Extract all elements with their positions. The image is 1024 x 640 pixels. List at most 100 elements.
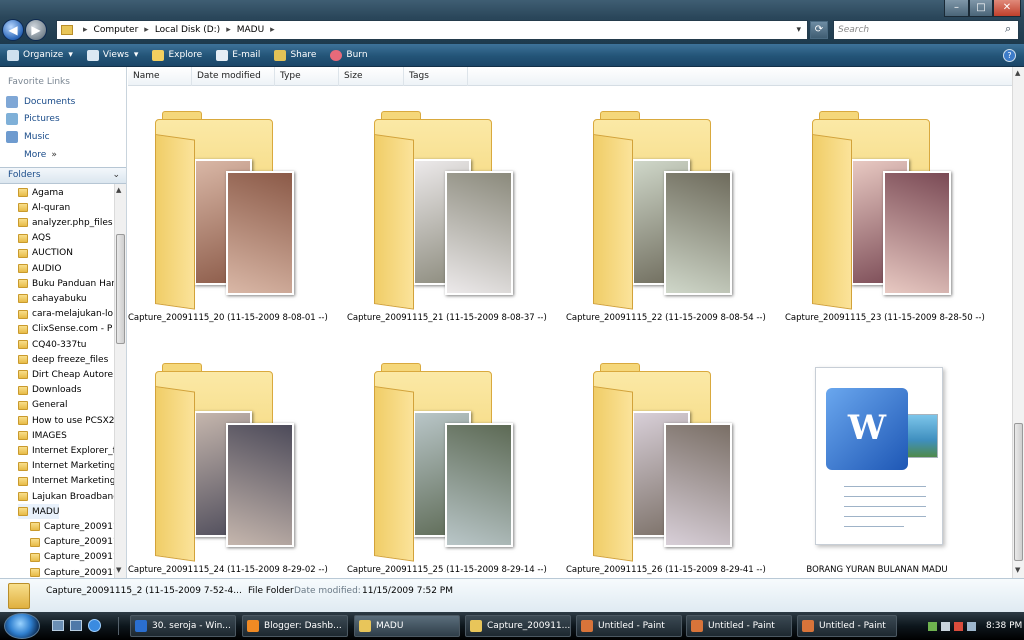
folder-tree-item[interactable]: How to use PCSX2 [18,413,114,428]
thumbnail-photo [226,423,294,547]
folder-tree-subitem[interactable]: Capture_2009111 [30,550,114,565]
help-icon[interactable]: ? [1003,48,1016,62]
favorite-music[interactable]: Music [6,129,50,145]
folder-icon [18,203,28,213]
tray-network-icon[interactable] [928,621,937,631]
taskbar-button[interactable]: Capture_200911... [465,615,571,637]
views-icon [86,49,99,61]
word-document-tile[interactable]: W BORANG YURAN BULANAN MADU [785,351,969,591]
breadcrumb-local-disk[interactable]: Local Disk (D:) [155,25,220,35]
folder-icon [18,188,28,197]
start-button[interactable] [4,613,40,639]
folder-tree-item[interactable]: deep freeze_files [18,352,108,367]
maximize-button[interactable]: □ [969,0,993,17]
folder-tree-item[interactable]: AUDIO [18,261,61,276]
folder-tree-subitem[interactable]: Capture_2009111 [30,535,114,550]
date-modified-label: Date modified: [294,586,361,596]
forward-button[interactable]: ▶ [25,19,47,41]
favorite-pictures[interactable]: Pictures [6,111,60,127]
folder-tree-scrollbar[interactable]: ▲ ▼ [114,184,126,578]
folder-tree-item[interactable]: ClixSense.com - P [18,322,112,337]
folder-tree-item[interactable]: cahayabuku [18,291,87,306]
folder-tile[interactable]: Capture_20091115_22 (11-15-2009 8-08-54 … [566,99,766,339]
clock[interactable]: 8:38 PM [986,621,1022,631]
folder-tile[interactable]: Capture_20091115_24 (11-15-2009 8-29-02 … [128,351,328,591]
column-name[interactable]: Name [128,67,192,86]
minimize-button[interactable]: – [944,0,969,17]
favorite-more[interactable]: More» [24,147,57,163]
folder-tree-item[interactable]: cara-melajukan-lo [18,307,113,322]
folder-tree-item[interactable]: Dirt Cheap Autore [18,367,113,382]
folder-tree-item[interactable]: Lajukan Broadband [18,489,114,504]
folder-tree-item[interactable]: Downloads [18,383,81,398]
thumbnail-photo [445,171,513,295]
tray-volume-icon[interactable] [941,621,950,631]
folder-icon [18,461,28,471]
taskbar-button[interactable]: 30. seroja - Win... [130,615,236,637]
breadcrumb-computer[interactable]: Computer [94,25,139,35]
address-dropdown-icon[interactable]: ▾ [796,25,801,35]
folder-tree-item[interactable]: MADU [18,504,60,520]
back-button[interactable]: ◀ [2,19,24,41]
taskbar-button[interactable]: Blogger: Dashb... [242,615,348,637]
taskbar: 30. seroja - Win... Blogger: Dashb... MADU… [0,612,1024,640]
share-button[interactable]: Share [267,44,323,66]
command-toolbar: Organize ▾ Views ▾ Explore E-mail Share Bu… [0,44,1024,67]
folder-tree-item[interactable]: IMAGES [18,428,67,443]
close-button[interactable]: ✕ [993,0,1021,17]
search-icon[interactable]: ⌕ [1005,22,1011,36]
folder-tile[interactable]: Capture_20091115_21 (11-15-2009 8-08-37 … [347,99,547,339]
folder-tile[interactable]: Capture_20091115_23 (11-15-2009 8-28-50 … [785,99,985,339]
organize-button[interactable]: Organize ▾ [0,44,80,66]
thumbnail-photo [883,171,951,295]
burn-button[interactable]: Burn [323,44,374,66]
search-input[interactable]: Search [833,20,1019,40]
column-type[interactable]: Type [275,67,339,86]
refresh-button[interactable]: ⟳ [810,21,828,39]
show-desktop-icon[interactable] [52,620,64,631]
folder-tree-item[interactable]: Internet Marketing [18,459,114,474]
folder-tree-item[interactable]: CQ40-337tu [18,337,86,352]
folder-tree-item[interactable]: analyzer.php_files [18,215,113,230]
column-date-modified[interactable]: Date modified [192,67,275,86]
taskbar-button[interactable]: Untitled - Paint [797,615,897,637]
favorite-documents[interactable]: Documents [6,94,75,110]
folder-tree-item[interactable]: Al-quran [18,200,70,215]
taskbar-button[interactable]: Untitled - Paint [576,615,682,637]
address-bar[interactable]: ▸ Computer ▸ Local Disk (D:) ▸ MADU ▸ ▾ [56,20,808,40]
folder-tree-item[interactable]: AUCTION [18,246,73,261]
folder-icon [18,294,28,304]
folder-tree-item[interactable]: Internet Explorer_fi [18,443,114,458]
content-scrollbar[interactable]: ▲ ▼ [1012,67,1024,578]
folder-tree-item[interactable]: General [18,398,67,413]
scrollbar-thumb[interactable] [1014,423,1023,561]
folder-tile[interactable]: Capture_20091115_26 (11-15-2009 8-29-41 … [566,351,766,591]
folder-tree-item[interactable]: Buku Panduan Har [18,276,114,291]
tile-label: Capture_20091115_26 (11-15-2009 8-29-41 … [566,565,766,575]
tile-label: Capture_20091115_25 (11-15-2009 8-29-14 … [347,565,547,575]
folder-tree-subitem[interactable]: Capture_2009111 [30,565,114,578]
folder-tree-subitem[interactable]: Capture_2009111 [30,519,114,534]
breadcrumb-madu[interactable]: MADU [237,25,264,35]
folder-tree-item[interactable]: Internet Marketing [18,474,114,489]
folder-tree-item[interactable]: Agama [18,185,64,200]
folder-tree-item[interactable]: AQS [18,231,51,246]
switch-windows-icon[interactable] [70,620,82,631]
explore-button[interactable]: Explore [145,44,209,66]
taskbar-button[interactable]: Untitled - Paint [686,615,792,637]
column-size[interactable]: Size [339,67,404,86]
folders-header[interactable]: Folders ⌄ [0,167,126,184]
system-tray: 8:38 PM [928,615,1024,637]
internet-explorer-icon[interactable] [88,619,101,632]
tray-battery-icon[interactable] [967,621,976,631]
folder-icon [18,400,28,410]
column-tags[interactable]: Tags [404,67,468,86]
email-button[interactable]: E-mail [209,44,267,66]
views-button[interactable]: Views ▾ [80,44,146,66]
tray-security-icon[interactable] [954,621,963,631]
scrollbar-thumb[interactable] [116,234,125,344]
folder-tile[interactable]: Capture_20091115_25 (11-15-2009 8-29-14 … [347,351,547,591]
folder-tile[interactable]: Capture_20091115_20 (11-15-2009 8-08-01 … [128,99,328,339]
folder-icon [18,248,28,258]
taskbar-button[interactable]: MADU [354,615,460,637]
